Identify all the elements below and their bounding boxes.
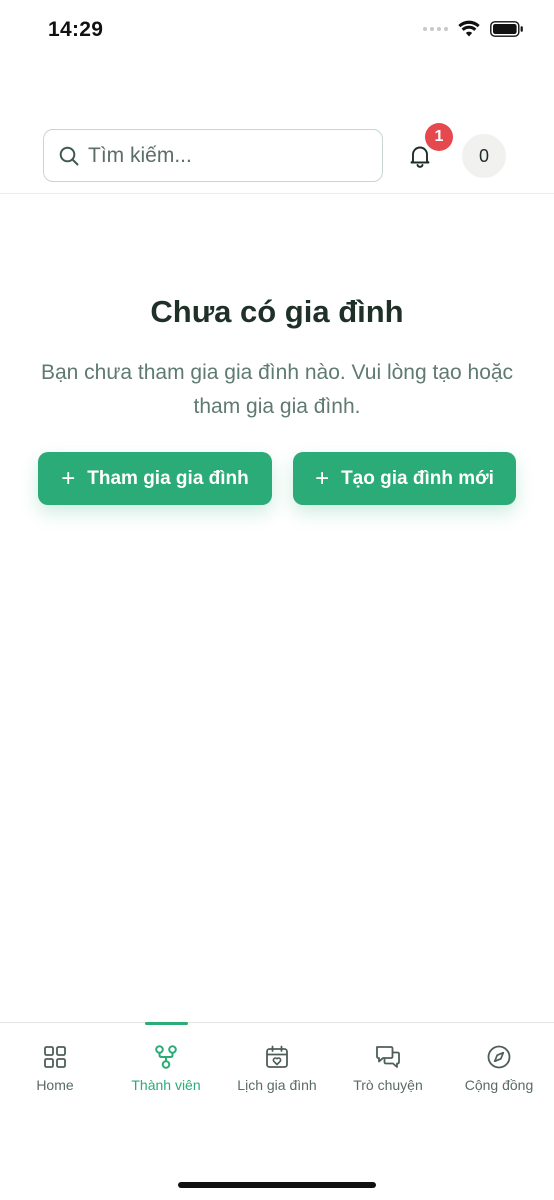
points-counter[interactable]: 0: [462, 134, 506, 178]
nav-item-home[interactable]: Home: [0, 1043, 110, 1093]
chat-icon: [374, 1043, 402, 1071]
nav-label-family-calendar: Lịch gia đình: [237, 1077, 317, 1093]
compass-icon: [485, 1043, 513, 1071]
search-icon: [58, 145, 80, 167]
nav-item-family-calendar[interactable]: Lịch gia đình: [222, 1043, 332, 1093]
grid-icon: [41, 1043, 69, 1071]
nav-label-members: Thành viên: [131, 1077, 201, 1093]
plus-icon: +: [61, 464, 76, 492]
nav-label-community: Cộng đồng: [464, 1077, 534, 1093]
nav-label-home: Home: [36, 1077, 74, 1093]
active-tab-indicator: [145, 1022, 188, 1025]
status-bar: 14:29: [0, 0, 554, 60]
nav-label-chat: Trò chuyện: [353, 1077, 423, 1093]
nav-item-members[interactable]: Thành viên: [111, 1043, 221, 1093]
nav-item-chat[interactable]: Trò chuyện: [333, 1043, 443, 1093]
status-icons: [423, 20, 524, 38]
plus-icon: +: [315, 464, 330, 492]
home-indicator[interactable]: [178, 1182, 376, 1188]
empty-state-description: Bạn chưa tham gia gia đình nào. Vui lòng…: [40, 361, 514, 418]
top-header: Tìm kiếm... 1 0: [0, 123, 554, 194]
create-family-label: Tạo gia đình mới: [341, 467, 494, 489]
wifi-icon: [458, 20, 480, 37]
nav-item-community[interactable]: Cộng đồng: [444, 1043, 554, 1093]
notification-badge: 1: [425, 123, 453, 151]
status-time: 14:29: [48, 18, 104, 41]
calendar-heart-icon: [263, 1043, 291, 1071]
family-tree-icon: [152, 1043, 180, 1071]
create-family-button[interactable]: + Tạo gia đình mới: [293, 452, 516, 505]
search-placeholder: Tìm kiếm...: [88, 143, 192, 167]
join-family-label: Tham gia gia đình: [87, 467, 249, 489]
cellular-signal-icon: [423, 27, 448, 31]
search-input[interactable]: Tìm kiếm...: [43, 129, 383, 182]
join-family-button[interactable]: + Tham gia gia đình: [38, 452, 272, 505]
bottom-navigation: Home Thành viên Lịch gia đình Trò chuyện…: [0, 1022, 554, 1200]
empty-state-title: Chưa có gia đình: [150, 294, 404, 329]
battery-icon: [490, 21, 523, 37]
